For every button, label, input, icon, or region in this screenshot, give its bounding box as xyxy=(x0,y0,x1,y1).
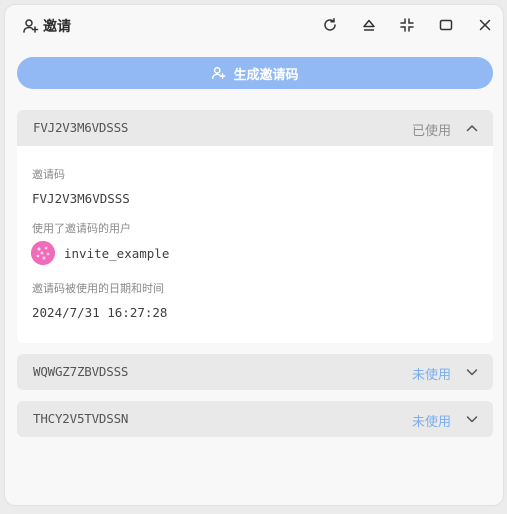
invite-card: FVJ2V3M6VDSSS 已使用 邀请码 FVJ2V3M6VDSSS 使用了邀… xyxy=(17,110,493,343)
user-plus-icon xyxy=(212,66,226,80)
invite-card-header[interactable]: THCY2V5TVDSSN 未使用 xyxy=(17,401,493,437)
invite-card: THCY2V5TVDSSN 未使用 xyxy=(17,401,493,437)
code-label: 邀请码 xyxy=(32,168,65,181)
invite-code: FVJ2V3M6VDSSS xyxy=(33,120,129,135)
close-button[interactable] xyxy=(475,15,495,35)
invite-details: 邀请码 FVJ2V3M6VDSSS 使用了邀请码的用户 invite_examp… xyxy=(17,146,493,343)
generate-invite-button[interactable]: 生成邀请码 xyxy=(17,57,493,89)
invite-card-header[interactable]: FVJ2V3M6VDSSS 已使用 xyxy=(17,110,493,146)
refresh-button[interactable] xyxy=(320,15,340,35)
collapse-button[interactable] xyxy=(397,15,417,35)
maximize-icon xyxy=(439,19,453,31)
status-badge: 未使用 xyxy=(411,415,451,430)
title-bar: 邀请 xyxy=(5,5,503,47)
invite-card-header[interactable]: WQWGZ7ZBVDSSS 未使用 xyxy=(17,354,493,390)
eject-icon xyxy=(363,19,375,31)
invite-card: WQWGZ7ZBVDSSS 未使用 xyxy=(17,354,493,390)
invite-window: 邀请 生成邀请码 FVJ2V3M6VDSSS 已使用 邀请码 FVJ2V3M6V… xyxy=(5,5,503,505)
invite-code: THCY2V5TVDSSN xyxy=(33,411,129,426)
status-badge: 已使用 xyxy=(411,124,451,139)
invite-code: WQWGZ7ZBVDSSS xyxy=(33,364,129,379)
maximize-button[interactable] xyxy=(436,15,456,35)
chevron-down-icon xyxy=(466,369,478,376)
chevron-up-icon xyxy=(466,125,478,132)
user-name: invite_example xyxy=(64,246,170,261)
time-value: 2024/7/31 16:27:28 xyxy=(32,305,168,320)
avatar xyxy=(31,241,55,265)
close-icon xyxy=(479,19,491,31)
status-badge: 未使用 xyxy=(411,368,451,383)
generate-invite-label: 生成邀请码 xyxy=(233,67,299,83)
window-title: 邀请 xyxy=(43,19,71,35)
time-label: 邀请码被使用的日期和时间 xyxy=(32,282,164,295)
code-value: FVJ2V3M6VDSSS xyxy=(32,191,130,206)
shrink-icon xyxy=(400,18,414,32)
user-plus-icon xyxy=(22,17,40,35)
user-label: 使用了邀请码的用户 xyxy=(32,222,131,235)
chevron-down-icon xyxy=(466,416,478,423)
eject-button[interactable] xyxy=(359,15,379,35)
refresh-icon xyxy=(324,18,336,31)
